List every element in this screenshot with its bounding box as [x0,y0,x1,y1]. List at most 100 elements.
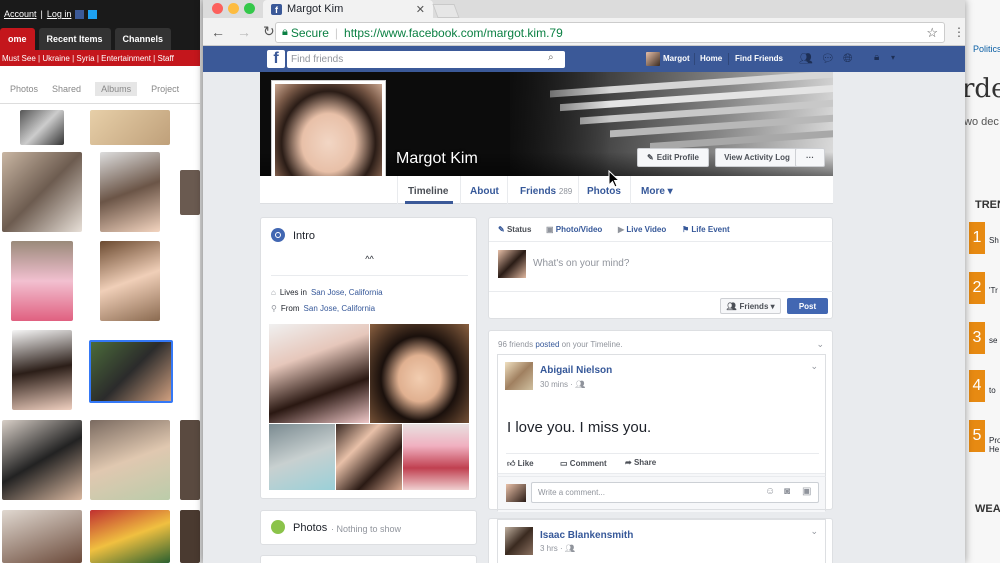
tab-more[interactable]: More ▾ [641,186,673,197]
video-icon: ▶ [618,225,625,234]
avatar[interactable] [505,362,533,390]
search-icon[interactable]: ⌕ [548,52,554,63]
photo-thumbnail-selected[interactable] [89,340,173,403]
avatar[interactable] [646,52,660,66]
tab-about[interactable]: About [470,186,499,197]
posted-link[interactable]: posted [535,340,559,349]
composer-tab-live-video[interactable]: ▶ Live Video [618,225,666,234]
trend-snippet[interactable]: to [989,386,996,395]
post-author[interactable]: Isaac Blankensmith [540,530,633,541]
address-bar[interactable]: 🔒︎ Secure | https://www.facebook.com/mar… [275,22,945,43]
bg-login-link[interactable]: Log in [47,9,72,19]
share-action[interactable]: ➦ Share [625,458,656,467]
reload-icon[interactable]: ↻ [263,23,275,40]
intro-photo[interactable] [336,424,402,490]
audience-label: Friends ▾ [739,301,775,311]
photo-thumbnail[interactable] [2,152,82,232]
photo-thumbnail[interactable] [2,420,82,500]
bookmark-star-icon[interactable]: ☆ [926,25,938,41]
forward-arrow-icon[interactable]: → [237,24,251,40]
photo-thumbnail[interactable] [100,241,160,321]
photos-title[interactable]: Photos [293,522,327,534]
comment-area: Write a comment... ☺ ◙ ▣ [497,476,826,510]
chevron-down-icon[interactable]: ⌄ [816,339,824,350]
politics-link[interactable]: Politics [973,44,1000,54]
close-tab-icon[interactable]: ✕ [416,3,425,16]
photo-thumbnail[interactable] [100,152,160,232]
bg-account-link[interactable]: Account [4,9,37,19]
browser-tab[interactable]: f Margot Kim ✕ [263,0,433,18]
photo-thumbnail[interactable] [12,330,72,410]
lives-city-link[interactable]: San Jose, California [311,288,383,297]
post-time[interactable]: 3 hrs · 👥︎ [540,544,575,553]
avatar[interactable] [505,527,533,555]
bg-tab-shared[interactable]: Shared [52,84,81,94]
photo-thumbnail[interactable] [11,241,73,321]
facebook-logo-icon[interactable]: f [267,50,285,68]
tab-timeline[interactable]: Timeline [408,186,448,197]
account-menu-chevron-icon[interactable]: ▾ [891,53,895,62]
post-button[interactable]: Post [787,298,828,314]
composer-tab-photo-video[interactable]: ▣ Photo/Video [546,225,602,234]
trend-snippet[interactable]: Sh [989,236,999,245]
photo-thumbnail[interactable] [180,420,200,500]
photo-thumbnail[interactable] [180,170,200,215]
twitter-icon[interactable] [88,9,98,19]
like-action[interactable]: 👍︎ Like [507,459,534,469]
intro-photo[interactable] [269,424,335,490]
trend-snippet[interactable]: Pro He [989,436,1000,454]
comment-action[interactable]: ▭ Comment [560,459,607,468]
back-arrow-icon[interactable]: ← [211,24,225,40]
audience-selector[interactable]: 👥︎ Friends ▾ [720,298,781,314]
nav-profile-link[interactable]: Margot [663,54,690,63]
chevron-down-icon[interactable]: ⌄ [810,526,818,537]
close-window-icon[interactable] [212,3,223,14]
from-city-link[interactable]: San Jose, California [304,304,376,313]
nav-home-link[interactable]: Home [700,54,722,63]
bg-tab-projects[interactable]: Project [151,84,179,94]
bg-tab-photos[interactable]: Photos [10,84,38,94]
friend-requests-icon[interactable]: 👥︎ [799,52,813,65]
privacy-lock-icon[interactable]: 🔒︎ [874,52,879,63]
messages-icon[interactable]: 💬︎ [821,52,835,65]
intro-photo[interactable] [370,324,469,423]
new-tab-button[interactable] [432,4,460,18]
composer-input[interactable]: What's on your mind? [533,258,629,269]
menu-kebab-icon[interactable]: ⋮ [953,25,965,39]
edit-profile-button[interactable]: ✎ Edit Profile [637,148,709,167]
photo-thumbnail[interactable] [2,510,82,563]
trend-snippet[interactable]: 'Tr [989,286,998,295]
bg-tab-albums[interactable]: Albums [95,81,138,96]
chevron-down-icon[interactable]: ⌄ [810,361,818,372]
url-text[interactable]: https://www.facebook.com/margot.kim.79 [344,26,563,40]
post-author[interactable]: Abigail Nielson [540,365,612,376]
bg-nav-channels[interactable]: Channels [114,28,172,50]
camera-icon[interactable]: ◙ [784,486,790,497]
post-time[interactable]: 30 mins · 👥︎ [540,380,585,389]
more-options-button[interactable]: ··· [795,148,825,167]
trend-snippet[interactable]: se [989,336,997,345]
intro-photo[interactable] [403,424,469,490]
bg-nav-home[interactable]: ome [0,28,35,50]
lock-icon: 🔒︎ [282,26,288,38]
facebook-icon[interactable] [75,9,85,19]
intro-photo[interactable] [269,324,369,423]
tab-friends[interactable]: Friends 289 [520,186,572,197]
minimize-window-icon[interactable] [228,3,239,14]
photo-thumbnail[interactable] [20,110,64,145]
emoji-icon[interactable]: ☺ [765,486,775,497]
notifications-globe-icon[interactable]: 🌐︎ [843,51,853,66]
nav-find-friends-link[interactable]: Find Friends [735,54,783,63]
photo-thumbnail[interactable] [90,420,170,500]
composer-tab-life-event[interactable]: ⚑ Life Event [682,225,730,234]
view-activity-log-button[interactable]: View Activity Log [715,148,799,167]
bg-nav-recent[interactable]: Recent Items [38,28,111,50]
sticker-icon[interactable]: ▣ [802,486,811,497]
search-input[interactable]: Find friends [287,51,565,68]
maximize-window-icon[interactable] [244,3,255,14]
photo-thumbnail[interactable] [90,510,170,563]
photo-thumbnail[interactable] [180,510,200,563]
comment-input[interactable]: Write a comment... [531,482,819,503]
composer-tab-status[interactable]: ✎ Status [498,225,531,234]
photo-thumbnail[interactable] [90,110,170,145]
